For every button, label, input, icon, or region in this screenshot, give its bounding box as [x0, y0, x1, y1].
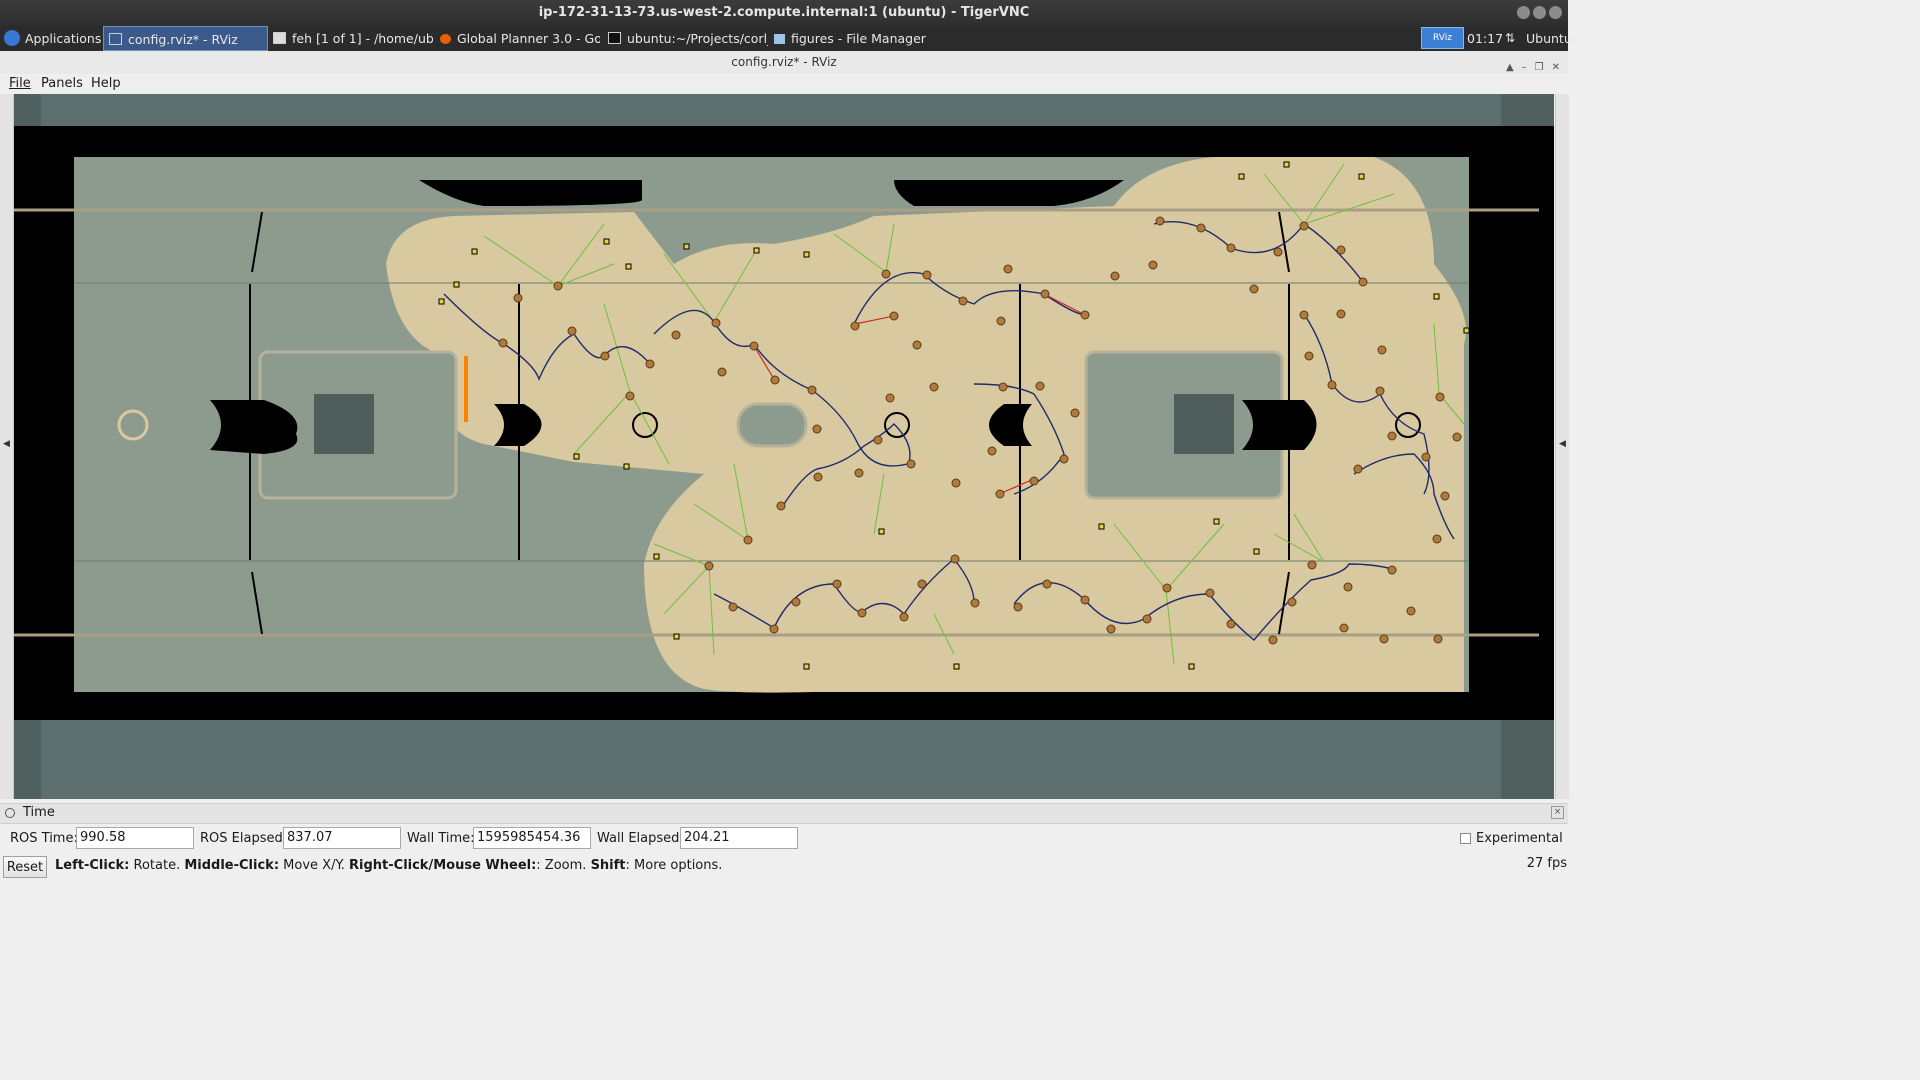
workspace-indicator[interactable]: RViz [1421, 27, 1464, 49]
taskbar-item-label: feh [1 of 1] - /home/ubu... [292, 31, 433, 46]
menu-panels[interactable]: Panels [41, 76, 83, 91]
menu-file[interactable]: File [9, 76, 31, 91]
wall-time-label: Wall Time: [407, 831, 475, 846]
render-viewport[interactable] [14, 94, 1554, 799]
wall-elapsed-field[interactable]: 204.21 [680, 827, 798, 849]
taskbar-item-terminal[interactable]: ubuntu:~/Projects/corl_... [608, 26, 768, 51]
time-panel-header: Time × [0, 803, 1568, 824]
taskbar: Applications config.rviz* - RViz feh [1 … [0, 26, 1572, 51]
menu-help[interactable]: Help [91, 76, 121, 91]
chevron-right-icon: ◀ [1559, 439, 1566, 449]
wall-elapsed-label: Wall Elapsed: [597, 831, 684, 846]
right-panel-collapse[interactable]: ◀ [1555, 94, 1569, 799]
experimental-label: Experimental [1476, 831, 1563, 846]
clock-icon [5, 808, 15, 818]
fps-counter: 27 fps [1526, 856, 1567, 871]
ros-time-label: ROS Time: [10, 831, 78, 846]
hint-left-click-desc: Rotate. [129, 858, 185, 873]
terminal-icon [608, 32, 621, 44]
vnc-title-bar: ip-172-31-13-73.us-west-2.compute.intern… [0, 0, 1568, 26]
menu-bar: File Panels Help [0, 74, 1568, 94]
robot-marker [464, 356, 468, 422]
taskbar-item-label: config.rviz* - RViz [128, 32, 238, 47]
status-bar: Reset Left-Click: Rotate. Middle-Click: … [0, 853, 1568, 882]
rviz-icon [109, 33, 122, 45]
close-icon[interactable]: × [1551, 806, 1564, 819]
firefox-icon [440, 34, 451, 44]
vnc-window-controls [1517, 6, 1562, 19]
hint-left-click: Left-Click: [55, 858, 130, 873]
applications-label: Applications [25, 31, 102, 46]
left-panel-collapse[interactable]: ◀ [0, 94, 14, 799]
taskbar-item-label: ubuntu:~/Projects/corl_... [627, 31, 768, 46]
hint-middle-click: Middle-Click: [184, 858, 280, 873]
time-panel-title: Time [23, 805, 55, 820]
taskbar-item-feh[interactable]: feh [1 of 1] - /home/ubu... [273, 26, 433, 51]
hint-shift: Shift [590, 858, 626, 873]
hint-right-click: Right-Click/Mouse Wheel: [349, 858, 537, 873]
chevron-left-icon: ◀ [3, 439, 10, 449]
ros-time-field[interactable]: 990.58 [76, 827, 194, 849]
vnc-title: ip-172-31-13-73.us-west-2.compute.intern… [538, 5, 1030, 20]
window-icon [273, 32, 286, 44]
close-icon[interactable] [1549, 6, 1562, 19]
wall-time-field[interactable]: 1595985454.36 [473, 827, 591, 849]
minimize-icon[interactable] [1517, 6, 1530, 19]
hint-middle-click-desc: Move X/Y. [279, 858, 350, 873]
ros-elapsed-label: ROS Elapsed: [200, 831, 288, 846]
network-icon[interactable]: ⇅ [1505, 26, 1515, 51]
maximize-icon[interactable] [1533, 6, 1546, 19]
map-render [14, 94, 1554, 799]
experimental-checkbox[interactable] [1460, 833, 1471, 844]
taskbar-item-file-manager[interactable]: figures - File Manager [774, 26, 934, 51]
mouse-hint: Left-Click: Rotate. Middle-Click: Move X… [55, 858, 722, 873]
reset-button[interactable]: Reset [3, 856, 47, 878]
taskbar-item-label: Global Planner 3.0 - Go... [457, 31, 600, 46]
taskbar-item-rviz[interactable]: config.rviz* - RViz [103, 26, 268, 51]
hint-right-click-desc: : Zoom. [536, 858, 591, 873]
window-title-bar: config.rviz* - RViz ▲ – ❐ ✕ [0, 51, 1568, 75]
xfce-icon [4, 30, 20, 46]
time-panel: ROS Time: 990.58 ROS Elapsed: 837.07 Wal… [0, 823, 1568, 853]
window-title: config.rviz* - RViz [731, 55, 837, 69]
taskbar-item-label: figures - File Manager [791, 31, 926, 46]
user-menu[interactable]: Ubuntu [1526, 26, 1572, 51]
taskbar-item-firefox[interactable]: Global Planner 3.0 - Go... [440, 26, 600, 51]
ros-elapsed-field[interactable]: 837.07 [283, 827, 401, 849]
applications-menu[interactable]: Applications [4, 26, 101, 51]
folder-icon [774, 34, 785, 44]
clock[interactable]: 01:17 [1467, 26, 1503, 51]
hint-shift-desc: : More options. [625, 858, 723, 873]
